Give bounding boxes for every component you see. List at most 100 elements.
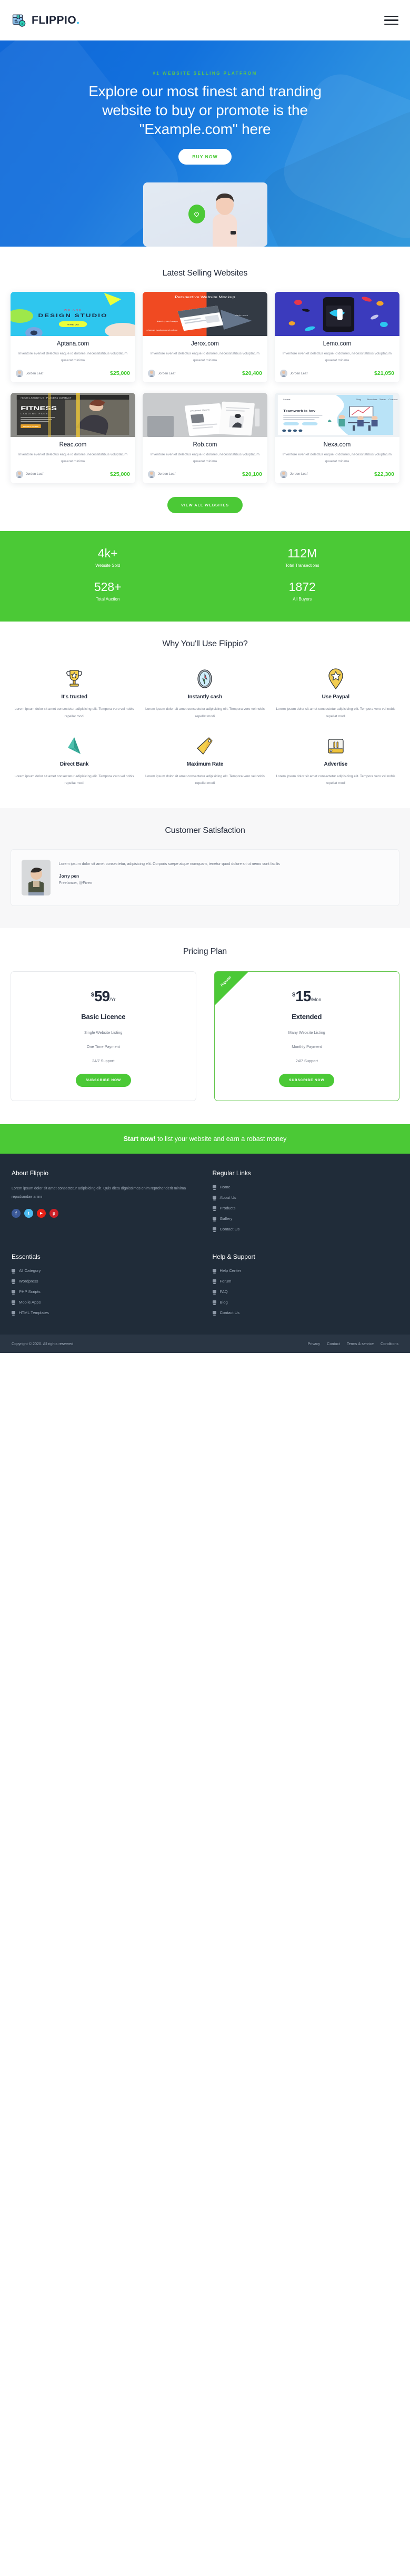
seller-name: Jorden Leaf bbox=[158, 472, 176, 476]
listings-grid-row1: WE ARE DESIGN STUDIO HIRE US Aptana.com … bbox=[11, 292, 399, 383]
feature-text: Lorem ipsum dolor sit amet consectetur a… bbox=[145, 707, 265, 719]
hamburger-menu-icon[interactable] bbox=[384, 15, 398, 25]
view-all-websites-button[interactable]: VIEW ALL WEBSITES bbox=[167, 496, 243, 513]
buy-now-button[interactable]: BUY NOW bbox=[178, 149, 232, 165]
feature-title: It's trusted bbox=[61, 694, 87, 700]
footer-link-mobile-apps[interactable]: Mobile Apps bbox=[12, 1300, 198, 1305]
footer-link-label: About Us bbox=[219, 1195, 236, 1200]
facebook-icon[interactable]: f bbox=[12, 1208, 21, 1218]
brand-logo[interactable]: x FLIPPIO. bbox=[12, 13, 80, 28]
website-card[interactable]: HOME | ABOUT US | PLACES | CONTACT FITNE… bbox=[11, 393, 135, 483]
footer-link-faq[interactable]: FAQ bbox=[212, 1289, 399, 1295]
subscribe-now-button[interactable]: SUBSCRIBE NOW bbox=[279, 1073, 335, 1087]
twitter-icon[interactable]: t bbox=[24, 1208, 33, 1218]
website-price: $21,050 bbox=[374, 370, 394, 377]
footer-heading: Essentials bbox=[12, 1253, 41, 1260]
legal-links: Privacy Contact Terms & service Conditio… bbox=[308, 1341, 398, 1346]
cta-strong: Start now! bbox=[123, 1135, 156, 1143]
website-name: Nexa.com bbox=[323, 442, 351, 449]
footer-link-label: Contact Us bbox=[219, 1226, 240, 1231]
footer-link-home[interactable]: Home bbox=[212, 1185, 399, 1190]
website-card[interactable]: WE ARE DESIGN STUDIO HIRE US Aptana.com … bbox=[11, 292, 135, 383]
seller-name: Jorden Leaf bbox=[290, 371, 308, 375]
seller-avatar bbox=[16, 470, 23, 478]
flippio-box-icon: x bbox=[12, 13, 27, 28]
stat-item: 112M Total Transections bbox=[205, 546, 400, 568]
monitor-icon bbox=[212, 1300, 216, 1305]
thumb-grey-screens: Whirlwind Theme bbox=[143, 393, 267, 437]
footer-about-text: Lorem ipsum dolor sit amet consectetur a… bbox=[12, 1186, 186, 1199]
footer-link-all-category[interactable]: All Category bbox=[12, 1268, 198, 1274]
footer-link-blog[interactable]: Blog bbox=[212, 1299, 399, 1305]
website-card[interactable]: Home Blog About us Team Contact Teamwork… bbox=[275, 393, 399, 483]
svg-text:x: x bbox=[22, 23, 23, 26]
testimonial-card: Lorem ipsum dolor sit amet consectetur, … bbox=[11, 849, 399, 907]
features-section: Why You'll Use Flippio? It's trusted Lor… bbox=[0, 622, 410, 809]
footer-col-essentials: Essentials All Category Wordpress PHP Sc… bbox=[12, 1253, 198, 1321]
hamburger-bar bbox=[384, 23, 398, 25]
stats-section: 4k+ Website Sold 112M Total Transections… bbox=[0, 531, 410, 622]
subscribe-now-button[interactable]: SUBSCRIBE NOW bbox=[75, 1073, 131, 1087]
cta-rest: to list your website and earn a robast m… bbox=[155, 1135, 287, 1143]
website-card[interactable]: Perspective Website Mockup insert your i… bbox=[143, 292, 267, 383]
pricing-card-basic: $ 59 /Yr Basic Licence Single Website Li… bbox=[11, 971, 196, 1101]
website-price: $22,300 bbox=[374, 471, 394, 477]
plan-feature: Single Website Listing bbox=[84, 1030, 123, 1035]
plan-name: Basic Licence bbox=[81, 1012, 126, 1021]
legal-link-conditions[interactable]: Conditions bbox=[381, 1341, 398, 1346]
footer-link-about-us[interactable]: About Us bbox=[212, 1195, 399, 1200]
footer-link-help-center[interactable]: Help Center bbox=[212, 1268, 399, 1274]
plan-name: Extended bbox=[292, 1012, 322, 1021]
footer-link-contact-us[interactable]: Contact Us bbox=[212, 1310, 399, 1316]
seller-avatar bbox=[16, 370, 23, 378]
svg-text:HOME | ABOUT US | PLACES: HOME | ABOUT US | PLACES | CONTACT bbox=[21, 397, 72, 399]
brand-dot: . bbox=[76, 14, 80, 26]
website-card[interactable]: Lemo.com Inventore eveniet delectus eaqu… bbox=[275, 292, 399, 383]
pinterest-icon[interactable]: p bbox=[49, 1208, 58, 1218]
footer-link-label: FAQ bbox=[219, 1289, 228, 1294]
website-description: Inventore eveniet delectus eaque id dolo… bbox=[18, 352, 128, 363]
monitor-icon bbox=[212, 1269, 216, 1274]
hamburger-bar bbox=[384, 15, 398, 17]
website-card[interactable]: Whirlwind Theme Rob.com Inventore evenie… bbox=[143, 393, 267, 483]
landing-page: x FLIPPIO. #1 WEBSITE SELLING PLATFROM E… bbox=[0, 0, 410, 1353]
stat-label: Total Transections bbox=[285, 563, 319, 568]
youtube-icon[interactable]: ▶ bbox=[37, 1208, 46, 1218]
footer-col-help-support: Help & Support Help Center Forum FAQ Blo… bbox=[212, 1253, 399, 1321]
seller-name: Jorden Leaf bbox=[26, 371, 44, 375]
footer-link-php-scripts[interactable]: PHP Scripts bbox=[12, 1289, 198, 1295]
footer-link-label: Forum bbox=[219, 1278, 232, 1284]
footer-link-html-templates[interactable]: HTML Templates bbox=[12, 1310, 198, 1316]
listings-grid-row2: HOME | ABOUT US | PLACES | CONTACT FITNE… bbox=[11, 393, 399, 483]
thumb-fitness-landing: HOME | ABOUT US | PLACES | CONTACT FITNE… bbox=[11, 393, 135, 437]
svg-text:insert your image: insert your image bbox=[157, 320, 178, 322]
feature-text: Lorem ipsum dolor sit amet consectetur a… bbox=[14, 707, 134, 719]
footer-link-label: Mobile Apps bbox=[19, 1299, 41, 1305]
monitor-icon bbox=[212, 1196, 216, 1200]
testimonial-quote: Lorem ipsum dolor sit amet consectetur, … bbox=[59, 861, 280, 867]
svg-text:Teamwork is key: Teamwork is key bbox=[283, 410, 315, 413]
website-description: Inventore eveniet delectus eaque id dolo… bbox=[282, 453, 392, 464]
footer-link-wordpress[interactable]: Wordpress bbox=[12, 1279, 198, 1284]
footer-link-contact-us[interactable]: Contact Us bbox=[212, 1226, 399, 1232]
legal-link-contact[interactable]: Contact bbox=[327, 1341, 340, 1346]
hamburger-bar bbox=[384, 19, 398, 21]
monitor-icon bbox=[212, 1217, 216, 1221]
stat-label: Total Auction bbox=[96, 597, 120, 602]
pricing-title: Pricing Plan bbox=[183, 947, 227, 956]
hero-section: #1 WEBSITE SELLING PLATFROM Explore our … bbox=[0, 40, 410, 247]
footer-link-gallery[interactable]: Gallery bbox=[212, 1216, 399, 1221]
footer-link-forum[interactable]: Forum bbox=[212, 1278, 399, 1284]
footer-link-label: Blog bbox=[219, 1299, 228, 1305]
svg-text:HIRE US: HIRE US bbox=[67, 324, 79, 327]
monitor-icon bbox=[12, 1269, 15, 1274]
legal-link-terms[interactable]: Terms & service bbox=[347, 1341, 374, 1346]
svg-text:LEARN MORE: LEARN MORE bbox=[23, 426, 39, 427]
thumb-perspective-mockup: Perspective Website Mockup insert your i… bbox=[143, 292, 267, 337]
footer-link-products[interactable]: Products bbox=[212, 1206, 399, 1211]
plan-feature: Many Website Listing bbox=[288, 1030, 325, 1035]
legal-link-privacy[interactable]: Privacy bbox=[308, 1341, 321, 1346]
footer-heading: Regular Links bbox=[212, 1169, 251, 1177]
seller-avatar bbox=[148, 370, 155, 378]
website-name: Jerox.com bbox=[191, 341, 219, 348]
